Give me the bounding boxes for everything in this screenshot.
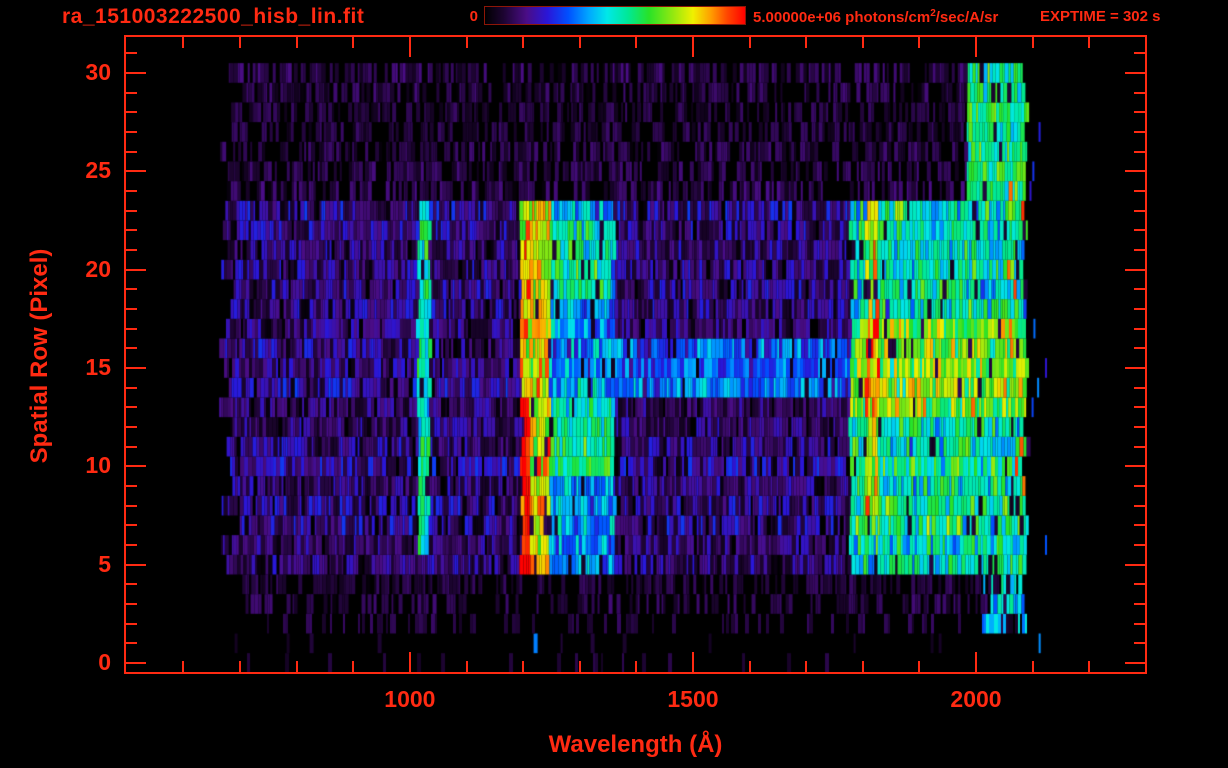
x-axis-title: Wavelength (Å) bbox=[124, 731, 1147, 759]
x-tick-label: 1500 bbox=[643, 686, 743, 713]
y-tick-label: 10 bbox=[49, 452, 111, 479]
y-tick-label: 20 bbox=[49, 256, 111, 283]
y-tick-label: 25 bbox=[49, 157, 111, 184]
spectrogram-heatmap bbox=[124, 35, 1147, 674]
y-tick-label: 0 bbox=[49, 649, 111, 676]
y-tick-label: 15 bbox=[49, 354, 111, 381]
file-title: ra_151003222500_hisb_lin.fit bbox=[62, 5, 364, 29]
colorbar-max-prefix: 5.00000e+06 photons/cm bbox=[753, 9, 930, 26]
colorbar-min-label: 0 bbox=[444, 8, 478, 25]
x-tick-label: 2000 bbox=[926, 686, 1026, 713]
y-tick-label: 30 bbox=[49, 59, 111, 86]
exptime-label: EXPTIME = 302 s bbox=[1040, 8, 1160, 25]
colorbar-gradient bbox=[484, 6, 746, 25]
y-tick-label: 5 bbox=[49, 551, 111, 578]
colorbar-max-suffix: /sec/A/sr bbox=[936, 9, 999, 26]
y-axis-title: Spatial Row (Pixel) bbox=[26, 249, 54, 464]
alice-spectrogram-viewer: ra_151003222500_hisb_lin.fit 0 5.00000e+… bbox=[0, 0, 1228, 768]
x-tick-label: 1000 bbox=[360, 686, 460, 713]
colorbar-max-label: 5.00000e+06 photons/cm2/sec/A/sr bbox=[753, 8, 998, 26]
